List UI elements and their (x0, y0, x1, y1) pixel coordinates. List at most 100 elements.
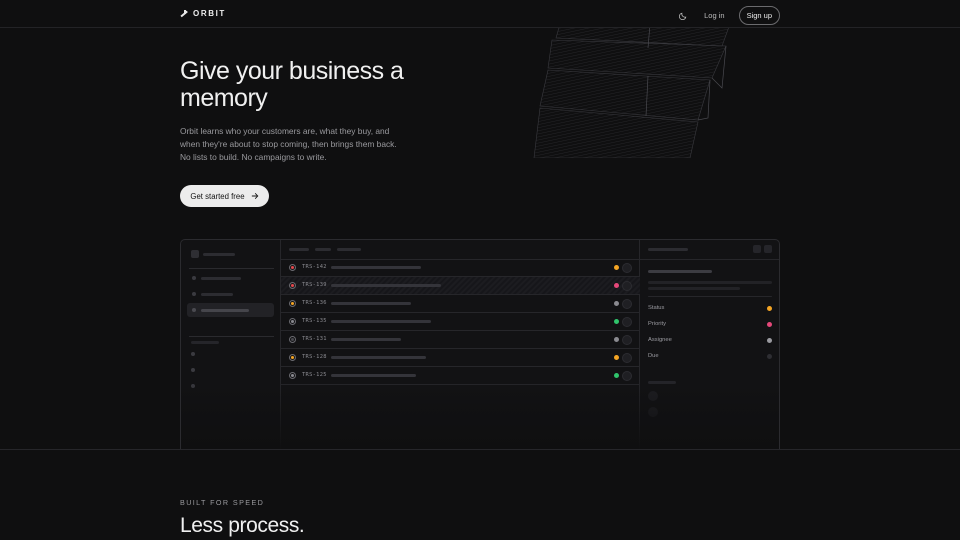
app-sidebar (181, 240, 281, 450)
section-divider (0, 449, 960, 450)
sidebar-item[interactable] (187, 271, 274, 285)
status-dot (614, 283, 619, 288)
list-tab[interactable] (337, 248, 361, 251)
property-label: Priority (648, 321, 667, 327)
stacked-blocks-graphic (533, 28, 729, 158)
hero-illustration (530, 28, 740, 158)
sidebar-team-dot[interactable] (191, 352, 195, 356)
detail-action-icon[interactable] (753, 245, 761, 253)
sidebar-item[interactable] (187, 287, 274, 301)
detail-property[interactable]: Priority (648, 321, 772, 331)
moon-icon (678, 12, 686, 20)
priority-icon (289, 318, 296, 325)
detail-breadcrumb (648, 248, 688, 251)
status-dot (614, 373, 619, 378)
property-value-dot (767, 306, 772, 311)
issue-title-placeholder (331, 266, 421, 269)
issue-row[interactable]: TRS-131 (281, 331, 640, 349)
workspace-logo (191, 250, 199, 258)
issue-row[interactable]: TRS-125 (281, 367, 640, 385)
issue-row[interactable]: TRS-142 (281, 259, 640, 277)
status-dot (614, 265, 619, 270)
cta-label: Get started free (190, 191, 245, 201)
issue-title-placeholder (331, 374, 416, 377)
detail-property[interactable]: Assignee (648, 337, 772, 347)
top-nav: ORBIT Log in Sign up (0, 0, 960, 28)
issue-id: TRS-125 (302, 372, 327, 378)
assignee-avatar[interactable] (622, 353, 632, 363)
detail-property[interactable]: Due (648, 353, 772, 363)
issue-row[interactable]: TRS-139 (281, 277, 640, 295)
assignee-avatar[interactable] (622, 281, 632, 291)
detail-property[interactable]: Status (648, 305, 772, 315)
issue-title-placeholder (331, 302, 411, 305)
brand-name: ORBIT (193, 9, 226, 18)
sidebar-item-label (201, 309, 249, 312)
detail-divider (648, 296, 772, 297)
detail-header (640, 240, 779, 260)
property-value-dot (767, 354, 772, 359)
assignee-avatar[interactable] (622, 371, 632, 381)
property-label: Status (648, 305, 665, 311)
issue-title-placeholder (331, 320, 431, 323)
issue-id: TRS-128 (302, 354, 327, 360)
nav-actions: Log in Sign up (676, 6, 780, 25)
issue-row[interactable]: TRS-135 (281, 313, 640, 331)
status-dot (614, 355, 619, 360)
priority-icon (289, 264, 296, 271)
login-link[interactable]: Log in (704, 11, 724, 20)
sidebar-divider (189, 336, 274, 337)
theme-toggle-button[interactable] (676, 9, 690, 23)
orbit-logo-icon (180, 9, 188, 18)
detail-text-placeholder (648, 287, 740, 290)
status-dot (614, 301, 619, 306)
get-started-button[interactable]: Get started free (180, 185, 269, 207)
sidebar-item-label (201, 277, 241, 280)
app-preview: TRS-142 TRS-139 TRS-136 TRS-135 TRS-131 TRS-1… (180, 239, 780, 450)
sidebar-item-icon (192, 308, 196, 312)
assignee-avatar[interactable] (622, 299, 632, 309)
assignee-avatar[interactable] (622, 263, 632, 273)
brand-logo[interactable]: ORBIT (180, 9, 226, 18)
property-label: Due (648, 353, 659, 359)
sidebar-section-label (191, 341, 219, 344)
issue-title-placeholder (331, 338, 401, 341)
signup-button[interactable]: Sign up (738, 6, 780, 25)
list-tab[interactable] (289, 248, 309, 251)
priority-icon (289, 336, 296, 343)
issue-id: TRS-142 (302, 264, 327, 270)
assignee-avatar[interactable] (622, 317, 632, 327)
sidebar-item-label (201, 293, 233, 296)
arrow-right-icon (251, 193, 258, 199)
sidebar-item-icon (192, 276, 196, 280)
activity-avatar (648, 407, 658, 417)
assignee-avatar[interactable] (622, 335, 632, 345)
issue-id: TRS-135 (302, 318, 327, 324)
hero-subtitle: Orbit learns who your customers are, wha… (180, 126, 397, 162)
issue-id: TRS-136 (302, 300, 327, 306)
property-label: Assignee (648, 337, 672, 343)
section-eyebrow: BUILT FOR SPEED (180, 498, 265, 507)
issue-detail-panel: Status Priority Assignee Due (640, 240, 779, 450)
workspace-name-placeholder (203, 253, 235, 256)
issue-title-placeholder (331, 356, 426, 359)
issue-list: TRS-142 TRS-139 TRS-136 TRS-135 TRS-131 TRS-1… (281, 240, 640, 450)
priority-icon (289, 282, 296, 289)
list-tab[interactable] (315, 248, 331, 251)
issue-id: TRS-131 (302, 336, 327, 342)
hero-title: Give your business a memory (180, 57, 404, 112)
detail-section-label (648, 381, 676, 384)
sidebar-team-dot[interactable] (191, 384, 195, 388)
issue-row[interactable]: TRS-128 (281, 349, 640, 367)
issue-row[interactable]: TRS-136 (281, 295, 640, 313)
issue-id: TRS-139 (302, 282, 327, 288)
sidebar-team-dot[interactable] (191, 368, 195, 372)
sidebar-item-active[interactable] (187, 303, 274, 317)
detail-text-placeholder (648, 281, 772, 284)
detail-action-icon[interactable] (764, 245, 772, 253)
property-value-dot (767, 322, 772, 327)
detail-title-placeholder (648, 270, 712, 273)
property-value-dot (767, 338, 772, 343)
priority-icon (289, 300, 296, 307)
issue-title-placeholder (331, 284, 441, 287)
